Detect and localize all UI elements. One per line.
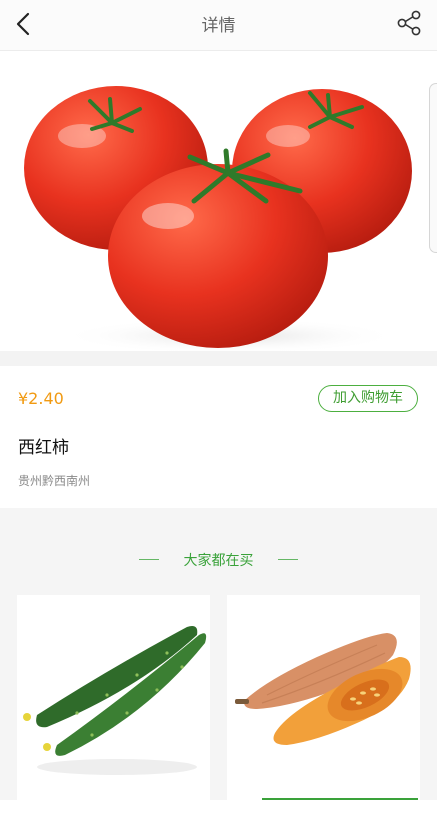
product-image-carousel[interactable] bbox=[0, 51, 437, 351]
pumpkin-image bbox=[235, 633, 411, 745]
recommendations-title: 大家都在买 bbox=[183, 553, 254, 569]
recommendation-card-pumpkin[interactable] bbox=[227, 595, 420, 815]
title-line-right bbox=[278, 559, 298, 560]
recommendations-section: 大家都在买 bbox=[0, 508, 437, 815]
product-name: 西红柿 bbox=[18, 438, 69, 458]
add-to-cart-button[interactable]: 加入购物车 bbox=[318, 385, 418, 412]
share-icon bbox=[397, 10, 421, 36]
product-price: ¥2.40 bbox=[18, 389, 64, 408]
share-button[interactable] bbox=[395, 9, 423, 37]
tomato-image bbox=[24, 86, 412, 351]
product-origin: 贵州黔西南州 bbox=[18, 474, 91, 488]
product-info: ¥2.40 加入购物车 西红柿 贵州黔西南州 bbox=[0, 366, 437, 506]
recommendation-card-cucumber[interactable] bbox=[17, 595, 210, 815]
top-bar: 详情 bbox=[0, 0, 437, 51]
carousel-edge-indicator bbox=[429, 83, 437, 253]
page-title: 详情 bbox=[201, 16, 236, 36]
cucumber-image bbox=[23, 626, 207, 775]
section-divider bbox=[0, 351, 437, 366]
